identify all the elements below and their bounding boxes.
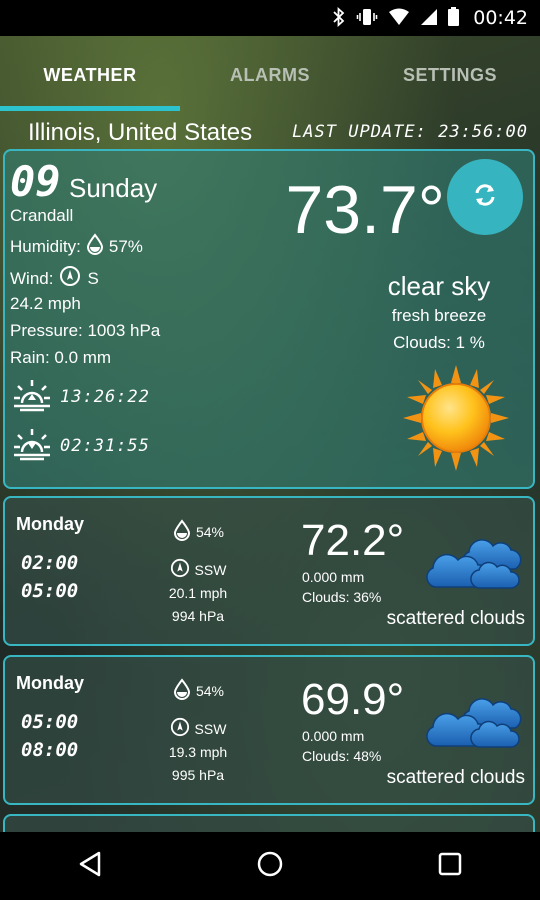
sunset-time: 02:31:55 xyxy=(60,435,150,456)
refresh-button[interactable] xyxy=(447,159,523,235)
recents-icon xyxy=(437,851,463,882)
wind-speed: 24.2 mph xyxy=(10,294,81,313)
humidity-value: 57% xyxy=(108,236,143,256)
city-name: Crandall xyxy=(10,206,74,225)
forecast-day: Monday xyxy=(16,514,85,534)
tab-settings[interactable]: SETTINGS xyxy=(360,36,540,114)
day-name: Sunday xyxy=(69,173,158,203)
rain: Rain: 0.0 mm xyxy=(10,348,112,367)
forecast-wind-row: SSW xyxy=(153,558,243,581)
forecast-temperature: 69.9° xyxy=(301,675,405,724)
wifi-icon xyxy=(388,8,410,29)
vibrate-icon xyxy=(356,7,378,30)
tab-bar: WEATHER ALARMS SETTINGS xyxy=(0,36,540,114)
last-update: LAST UPDATE: 23:56:00 xyxy=(292,122,528,142)
day-number: 09 xyxy=(10,157,61,206)
tab-weather[interactable]: WEATHER xyxy=(0,36,180,114)
wind-row: Wind: S xyxy=(10,265,99,292)
navigation-bar xyxy=(0,832,540,900)
wind-direction-icon xyxy=(170,558,190,581)
current-temperature: 73.7° xyxy=(285,172,445,248)
home-icon xyxy=(256,850,284,883)
home-button[interactable] xyxy=(240,836,300,896)
forecast-wind-speed: 19.3 mph xyxy=(168,744,228,760)
status-time: 00:42 xyxy=(473,7,528,29)
forecast-rain: 0.000 mm xyxy=(302,569,365,585)
forecast-card: Monday 02:00 05:00 54% SSW 20.1 mph 994 … xyxy=(3,496,535,646)
sunrise-time: 13:26:22 xyxy=(60,386,150,407)
forecast-humidity-row: 54% xyxy=(153,518,243,545)
sunset-icon xyxy=(10,425,54,466)
forecast-humidity: 54% xyxy=(195,523,225,540)
condition-text: clear sky xyxy=(387,271,491,301)
sun-icon xyxy=(401,363,511,478)
forecast-condition: scattered clouds xyxy=(386,608,525,629)
forecast-day: Monday xyxy=(16,673,85,693)
forecast-wind-direction: SSW xyxy=(194,720,227,737)
app-root: WEATHER ALARMS SETTINGS Illinois, United… xyxy=(0,36,540,832)
clouds-icon xyxy=(419,518,527,603)
humidity-row: Humidity: 57% xyxy=(10,233,143,260)
current-weather-card: 09 Sunday Crandall Humidity: 57% Wind: S… xyxy=(3,149,535,489)
sunrise-icon xyxy=(10,376,54,417)
clouds-percent: Clouds: 1 % xyxy=(393,333,485,352)
location-title: Illinois, United States xyxy=(28,119,253,146)
forecast-pressure: 994 hPa xyxy=(171,608,225,624)
humidity-icon xyxy=(172,677,192,704)
sunrise-row: 13:26:22 xyxy=(10,376,150,417)
signal-icon xyxy=(420,8,438,29)
wind-label: Wind: xyxy=(10,268,54,288)
forecast-time-from: 02:00 xyxy=(21,552,79,574)
back-button[interactable] xyxy=(60,836,120,896)
forecast-card: Monday 05:00 08:00 54% SSW 19.3 mph 995 … xyxy=(3,655,535,805)
forecast-time-to: 08:00 xyxy=(21,739,79,761)
pressure: Pressure: 1003 hPa xyxy=(10,321,161,340)
forecast-wind-direction: SSW xyxy=(194,561,227,578)
forecast-clouds: Clouds: 48% xyxy=(302,748,382,764)
forecast-clouds: Clouds: 36% xyxy=(302,589,382,605)
humidity-icon xyxy=(85,233,105,260)
forecast-condition: scattered clouds xyxy=(386,767,525,788)
forecast-temperature: 72.2° xyxy=(301,516,405,565)
battery-icon xyxy=(448,7,460,29)
wind-description: fresh breeze xyxy=(391,306,487,325)
forecast-humidity-row: 54% xyxy=(153,677,243,704)
clouds-icon xyxy=(419,677,527,762)
recents-button[interactable] xyxy=(420,836,480,896)
tab-indicator xyxy=(0,106,180,111)
forecast-wind-row: SSW xyxy=(153,717,243,740)
humidity-label: Humidity: xyxy=(10,236,81,256)
forecast-card-partial xyxy=(3,814,535,832)
status-bar: 00:42 xyxy=(0,0,540,36)
wind-direction-icon xyxy=(170,717,190,740)
humidity-icon xyxy=(172,518,192,545)
forecast-pressure: 995 hPa xyxy=(171,767,225,783)
tab-alarms[interactable]: ALARMS xyxy=(180,36,360,114)
sunset-row: 02:31:55 xyxy=(10,425,150,466)
bluetooth-icon xyxy=(332,6,346,30)
forecast-wind-speed: 20.1 mph xyxy=(168,585,228,601)
forecast-rain: 0.000 mm xyxy=(302,728,365,744)
wind-direction-icon xyxy=(59,265,81,292)
forecast-time-from: 05:00 xyxy=(21,711,79,733)
wind-direction: S xyxy=(87,268,99,288)
refresh-icon xyxy=(470,180,500,215)
back-icon xyxy=(77,850,103,883)
forecast-time-to: 05:00 xyxy=(21,580,79,602)
forecast-humidity: 54% xyxy=(195,682,225,699)
